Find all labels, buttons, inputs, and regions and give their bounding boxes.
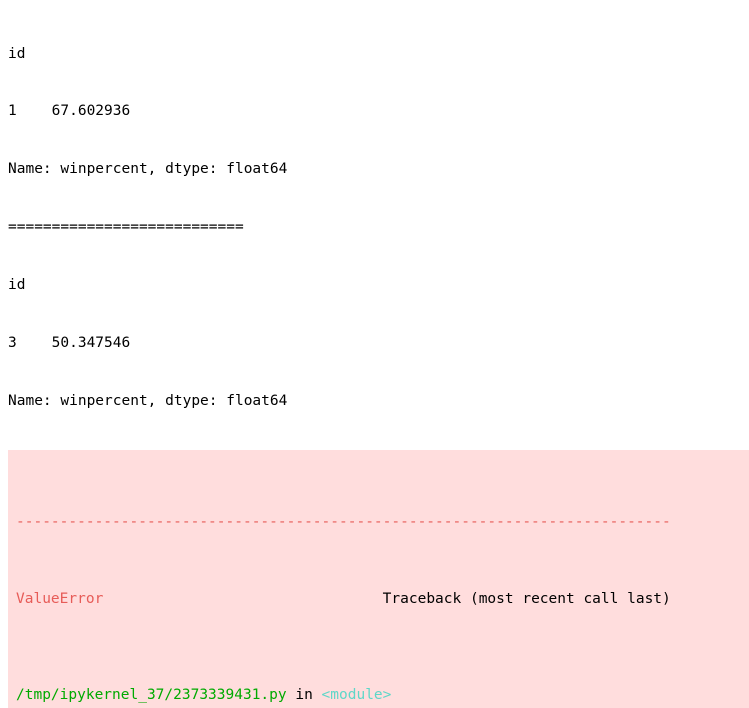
stdout-line: Name: winpercent, dtype: float64 <box>8 161 288 178</box>
traceback-header: ValueError Traceback (most recent call l… <box>16 590 749 609</box>
frame-in-keyword: in <box>286 687 322 704</box>
frame-gap <box>16 667 749 686</box>
stdout-line: 1 67.602936 <box>8 103 131 120</box>
error-traceback: ----------------------------------------… <box>8 449 749 708</box>
traceback-header-gap <box>103 591 382 607</box>
frame-file-path: /tmp/ipykernel_37/2373339431.py <box>16 687 287 704</box>
notebook-output-area: id 1 67.602936 Name: winpercent, dtype: … <box>0 0 749 708</box>
stdout-stream: id 1 67.602936 Name: winpercent, dtype: … <box>0 0 749 450</box>
stdout-line: Name: winpercent, dtype: float64 <box>8 392 288 409</box>
stdout-line: id <box>8 277 26 294</box>
stdout-line: id <box>8 45 26 62</box>
frame-header: /tmp/ipykernel_37/2373339431.py in <modu… <box>16 686 749 705</box>
exception-name-header: ValueError <box>16 590 104 607</box>
stdout-separator-line: =========================== <box>8 219 244 236</box>
traceback-separator: ----------------------------------------… <box>16 513 671 530</box>
traceback-frames: /tmp/ipykernel_37/2373339431.py in <modu… <box>16 667 749 708</box>
stdout-line: 3 50.347546 <box>8 335 131 352</box>
frame-function-name: <module> <box>321 687 392 704</box>
traceback-header-label: Traceback (most recent call last) <box>382 590 671 607</box>
